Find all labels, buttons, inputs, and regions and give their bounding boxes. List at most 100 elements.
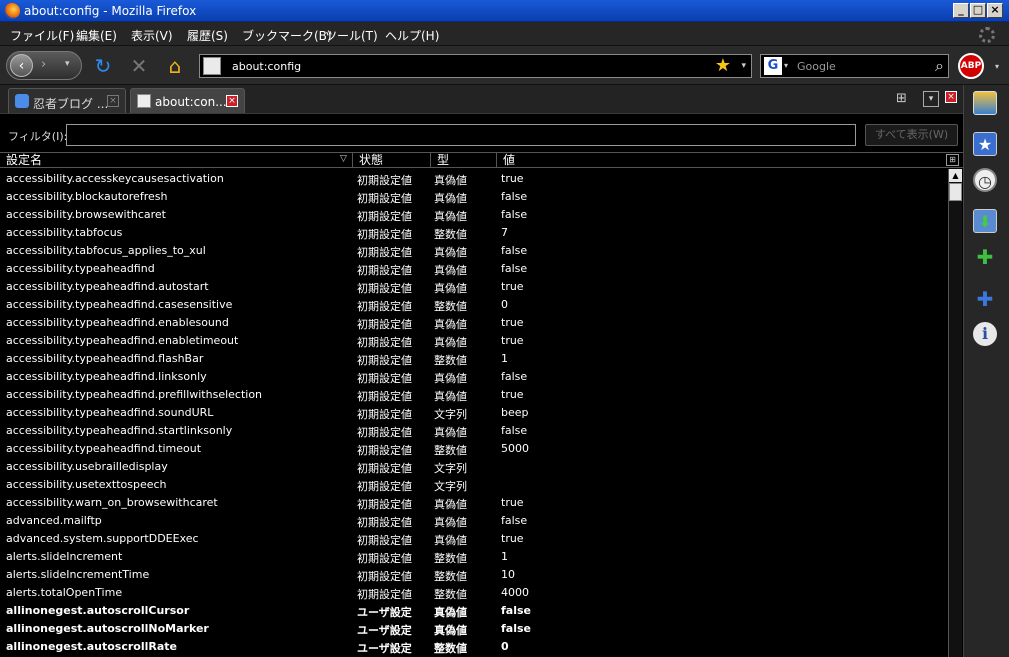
tab-bar: 忍者ブログ ... × about:con... × ⊞ ▾ × (0, 85, 963, 114)
url-dropdown-icon[interactable]: ▾ (741, 61, 746, 71)
table-row[interactable]: accessibility.accesskeycausesactivation 初… (0, 169, 948, 187)
filter-input[interactable] (66, 124, 856, 146)
search-input[interactable]: Google (797, 60, 836, 73)
maximize-button[interactable]: □ (970, 3, 986, 18)
table-row[interactable]: accessibility.blockautorefresh 初期設定値 真偽値 fa… (0, 187, 948, 205)
adblock-plus-button[interactable]: ABP (958, 53, 984, 79)
table-row[interactable]: advanced.system.supportDDEExec 初期設定値 真偽値 tr… (0, 529, 948, 547)
stop-icon[interactable]: ✕ (127, 54, 151, 78)
table-row[interactable]: alerts.slideIncrementTime 初期設定値 整数値 10 (0, 565, 948, 583)
bookmark-star-icon[interactable]: ★ (715, 55, 731, 76)
home-icon[interactable]: ⌂ (163, 54, 187, 78)
tab-ninja-blog[interactable]: 忍者ブログ ... × (8, 88, 126, 113)
table-row[interactable]: allinonegest.autoscrollNoMarker ユーザ設定 真偽値 f… (0, 619, 948, 637)
tab-list-dropdown-icon[interactable]: ▾ (923, 91, 939, 107)
show-all-button[interactable]: すべて表示(W) (865, 124, 958, 146)
back-button[interactable]: ‹ (10, 54, 33, 77)
search-bar[interactable]: G ▾ Google ⌕ (760, 54, 949, 78)
table-row[interactable]: accessibility.typeaheadfind.startlinkson… (0, 421, 948, 439)
addons-puzzle-icon[interactable]: ✚ (973, 245, 997, 269)
pref-status-cell: 初期設定値 (357, 372, 412, 385)
pref-type-cell: 真偽値 (434, 624, 467, 637)
vertical-scrollbar[interactable]: ▲ (948, 169, 962, 657)
info-icon[interactable]: i (973, 322, 997, 346)
menu-help[interactable]: ヘルプ(H) (385, 27, 439, 44)
new-tab-icon[interactable]: ⊞ (896, 91, 916, 107)
table-row[interactable]: allinonegest.autoscrollRate ユーザ設定 整数値 0 (0, 637, 948, 655)
table-row[interactable]: accessibility.typeaheadfind.enablesound 初… (0, 313, 948, 331)
tab-close-icon[interactable]: × (107, 95, 119, 107)
table-row[interactable]: accessibility.typeaheadfind.flashBar 初期設定… (0, 349, 948, 367)
pref-name-cell: accessibility.usetexttospeech (6, 478, 167, 491)
table-row[interactable]: accessibility.usetexttospeech 初期設定値 文字列 (0, 475, 948, 493)
pref-type-cell: 整数値 (434, 552, 467, 565)
pref-status-cell: 初期設定値 (357, 210, 412, 223)
table-row[interactable]: accessibility.typeaheadfind.soundURL 初期設定… (0, 403, 948, 421)
column-header-value[interactable]: 値 (497, 153, 943, 168)
menu-tools[interactable]: ツール(T) (325, 27, 378, 44)
column-header-type[interactable]: 型 (431, 153, 497, 168)
sort-indicator-icon: ▽ (340, 154, 347, 164)
table-row[interactable]: advanced.mailftp 初期設定値 真偽値 false (0, 511, 948, 529)
menu-file[interactable]: ファイル(F) (10, 27, 74, 44)
menu-view[interactable]: 表示(V) (131, 27, 173, 44)
column-header-name[interactable]: 設定名 (0, 153, 353, 168)
pref-type-cell: 真偽値 (434, 606, 467, 619)
table-row[interactable]: accessibility.typeaheadfind 初期設定値 真偽値 false (0, 259, 948, 277)
menu-history[interactable]: 履歴(S) (187, 27, 228, 44)
tab-about-config[interactable]: about:con... × (130, 88, 245, 113)
adblock-dropdown-icon[interactable]: ▾ (995, 62, 999, 71)
close-tab-icon[interactable]: × (945, 91, 957, 103)
table-row[interactable]: accessibility.warn_on_browsewithcaret 初期設… (0, 493, 948, 511)
pref-status-cell: 初期設定値 (357, 498, 412, 511)
table-row[interactable]: accessibility.typeaheadfind.enabletimeou… (0, 331, 948, 349)
table-row[interactable]: allinonegest.autoscrollCursor ユーザ設定 真偽値 fal… (0, 601, 948, 619)
pref-name-cell: accessibility.typeaheadfind.enablesound (6, 316, 229, 329)
history-dropdown-icon[interactable]: ▾ (65, 59, 70, 69)
column-header-status[interactable]: 状態 (353, 153, 431, 168)
pref-status-cell: 初期設定値 (357, 570, 412, 583)
engine-dropdown-icon[interactable]: ▾ (784, 61, 788, 70)
column-picker-icon[interactable]: ⊞ (946, 154, 959, 166)
table-row[interactable]: accessibility.typeaheadfind.timeout 初期設定値… (0, 439, 948, 457)
pref-status-cell: 初期設定値 (357, 300, 412, 313)
table-row[interactable]: alerts.totalOpenTime 初期設定値 整数値 4000 (0, 583, 948, 601)
pref-type-cell: 真偽値 (434, 246, 467, 259)
pref-name-cell: advanced.mailftp (6, 514, 102, 527)
scroll-up-icon[interactable]: ▲ (949, 169, 962, 182)
minimize-button[interactable]: _ (953, 3, 969, 18)
pref-status-cell: 初期設定値 (357, 318, 412, 331)
search-icon[interactable]: ⌕ (935, 56, 944, 76)
pref-status-cell: 初期設定値 (357, 408, 412, 421)
table-row[interactable]: accessibility.typeaheadfind.autostart 初期設… (0, 277, 948, 295)
download-icon[interactable]: ⬇ (973, 209, 997, 233)
url-bar[interactable]: about:config ★ ▾ (199, 54, 752, 78)
pref-value-cell: true (501, 280, 524, 293)
pref-value-cell: 1 (501, 352, 508, 365)
table-row[interactable]: accessibility.tabfocus_applies_to_xul 初期設… (0, 241, 948, 259)
menu-bookmarks[interactable]: ブックマーク(B) (242, 27, 332, 44)
forward-button[interactable]: › (41, 57, 46, 72)
table-row[interactable]: accessibility.browsewithcaret 初期設定値 真偽値 fal… (0, 205, 948, 223)
pref-type-cell: 真偽値 (434, 372, 467, 385)
table-row[interactable]: alerts.slideIncrement 初期設定値 整数値 1 (0, 547, 948, 565)
google-engine-icon[interactable]: G (764, 57, 782, 75)
table-row[interactable]: accessibility.usebrailledisplay 初期設定値 文字列 (0, 457, 948, 475)
menu-edit[interactable]: 編集(E) (76, 27, 117, 44)
url-text[interactable]: about:config (232, 60, 301, 73)
table-row[interactable]: accessibility.typeaheadfind.prefillwiths… (0, 385, 948, 403)
puzzle-icon[interactable]: ✚ (973, 287, 997, 311)
table-row[interactable]: accessibility.tabfocus 初期設定値 整数値 7 (0, 223, 948, 241)
pref-status-cell: 初期設定値 (357, 426, 412, 439)
close-window-button[interactable]: × (987, 3, 1003, 18)
scrollbar-thumb[interactable] (949, 183, 962, 201)
bookmark-star-icon[interactable]: ★ (973, 132, 997, 156)
history-clock-icon[interactable]: ◷ (973, 168, 997, 192)
pref-value-cell: 4000 (501, 586, 529, 599)
reload-icon[interactable]: ↻ (91, 54, 115, 78)
tab-close-icon[interactable]: × (226, 95, 238, 107)
gallery-icon[interactable] (973, 91, 997, 115)
table-row[interactable]: accessibility.typeaheadfind.linksonly 初期設… (0, 367, 948, 385)
pref-status-cell: 初期設定値 (357, 264, 412, 277)
table-row[interactable]: accessibility.typeaheadfind.casesensitiv… (0, 295, 948, 313)
